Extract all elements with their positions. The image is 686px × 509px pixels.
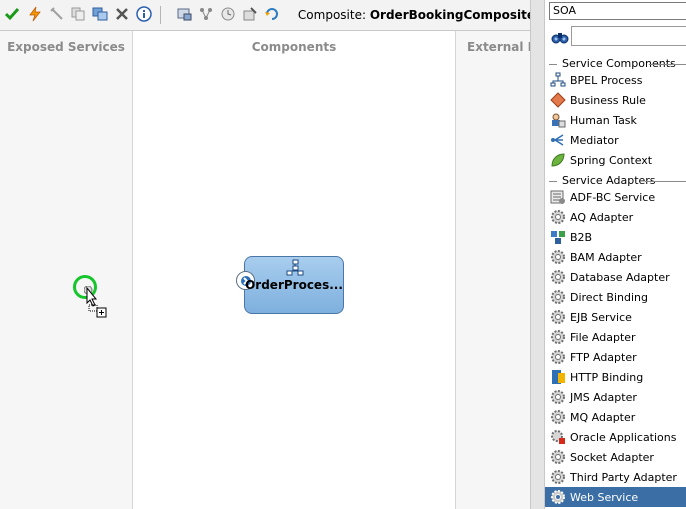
human-task-icon: [549, 112, 566, 129]
section-label: Service Adapters: [562, 174, 656, 187]
lightning-icon[interactable]: [26, 5, 44, 23]
palette-item-label: JMS Adapter: [570, 390, 637, 404]
oracle-apps-icon: [549, 429, 566, 446]
gear-icon: [549, 209, 566, 226]
copy-icon[interactable]: [69, 5, 87, 23]
palette-item-database-adapter[interactable]: Database Adapter: [549, 267, 686, 287]
palette-item-label: Mediator: [570, 133, 619, 147]
component-palette: SOA Service Components BPEL Process Busin…: [545, 0, 686, 509]
palette-item-label: Socket Adapter: [570, 450, 654, 464]
palette-item-ftp-adapter[interactable]: FTP Adapter: [549, 347, 686, 367]
gear-icon: [549, 329, 566, 346]
palette-item-mediator[interactable]: Mediator: [549, 130, 686, 150]
swimlane-title-exposed: Exposed Services: [7, 40, 125, 54]
binoculars-icon[interactable]: [551, 28, 569, 46]
palette-item-label: BAM Adapter: [570, 250, 642, 264]
palette-item-label: Spring Context: [570, 153, 653, 167]
bpel-process-icon: [285, 259, 305, 277]
gear-icon: [549, 469, 566, 486]
gear-icon: [549, 449, 566, 466]
gear-icon: [549, 409, 566, 426]
duplicate-icon[interactable]: [91, 5, 109, 23]
palette-item-label: Direct Binding: [570, 290, 648, 304]
mediator-icon: [549, 132, 566, 149]
palette-category-select[interactable]: SOA: [549, 2, 686, 20]
palette-item-aq-adapter[interactable]: AQ Adapter: [549, 207, 686, 227]
palette-search-row: [545, 24, 686, 50]
palette-item-label: Third Party Adapter: [570, 470, 677, 484]
palette-item-third-party-adapter[interactable]: Third Party Adapter: [549, 467, 686, 487]
gear-icon: [549, 269, 566, 286]
web-service-icon: [549, 489, 566, 506]
palette-item-label: ADF-BC Service: [570, 190, 656, 204]
palette-search-input[interactable]: [571, 26, 686, 46]
palette-item-label: Human Task: [570, 113, 637, 127]
palette-item-label: HTTP Binding: [570, 370, 644, 384]
palette-item-mq-adapter[interactable]: MQ Adapter: [549, 407, 686, 427]
palette-item-direct-binding[interactable]: Direct Binding: [549, 287, 686, 307]
swimlane-title-components: Components: [251, 40, 337, 54]
gear-icon: [549, 249, 566, 266]
palette-item-label: Business Rule: [570, 93, 646, 107]
clock-icon[interactable]: [219, 5, 237, 23]
composite-label: Composite:: [297, 8, 367, 22]
gear-icon: [549, 289, 566, 306]
palette-item-web-service[interactable]: Web Service: [545, 487, 686, 507]
bpel-component[interactable]: OrderProces...: [236, 256, 344, 314]
validate-check-icon[interactable]: [3, 5, 21, 23]
palette-item-file-adapter[interactable]: File Adapter: [549, 327, 686, 347]
palette-item-ejb-service[interactable]: EJB Service: [549, 307, 686, 327]
panel-splitter[interactable]: [530, 0, 545, 509]
palette-item-label: AQ Adapter: [570, 210, 634, 224]
adf-bc-icon: [549, 189, 566, 206]
bpel-process-icon: [549, 72, 566, 89]
palette-item-http-binding[interactable]: HTTP Binding: [549, 367, 686, 387]
palette-item-label: Web Service: [570, 490, 639, 504]
palette-item-label: BPEL Process: [570, 73, 643, 87]
palette-item-jms-adapter[interactable]: JMS Adapter: [549, 387, 686, 407]
palette-item-spring-context[interactable]: Spring Context: [549, 150, 686, 170]
palette-item-b2b[interactable]: B2B: [549, 227, 686, 247]
palette-item-label: Database Adapter: [570, 270, 670, 284]
spring-context-icon: [549, 152, 566, 169]
http-binding-icon: [549, 369, 566, 386]
swimlane-exposed-services[interactable]: Exposed Services: [0, 31, 133, 509]
undo-icon[interactable]: [263, 5, 281, 23]
palette-item-label: FTP Adapter: [570, 350, 637, 364]
deploy-icon[interactable]: [175, 5, 193, 23]
gear-icon: [549, 349, 566, 366]
gear-icon: [549, 309, 566, 326]
b2b-icon: [549, 229, 566, 246]
business-rule-icon: [549, 92, 566, 109]
composite-title: Composite: OrderBookingComposite: [298, 8, 535, 22]
delete-x-icon[interactable]: [113, 5, 131, 23]
palette-item-oracle-applications[interactable]: Oracle Applications: [549, 427, 686, 447]
palette-item-business-rule[interactable]: Business Rule: [549, 90, 686, 110]
palette-item-adf-bc-service[interactable]: ADF-BC Service: [549, 187, 686, 207]
composite-name: OrderBookingComposite: [369, 8, 535, 22]
palette-item-human-task[interactable]: Human Task: [549, 110, 686, 130]
palette-item-socket-adapter[interactable]: Socket Adapter: [549, 447, 686, 467]
edit-icon[interactable]: [241, 5, 259, 23]
info-icon[interactable]: [135, 5, 153, 23]
toolbar: Composite: OrderBookingComposite: [0, 0, 543, 31]
palette-item-label: B2B: [570, 230, 593, 244]
layout-icon[interactable]: [197, 5, 215, 23]
swimlane-title-external: External R: [467, 40, 530, 54]
drag-cursor-icon: [83, 285, 114, 320]
gear-icon: [549, 389, 566, 406]
palette-item-bpel-process[interactable]: BPEL Process: [549, 70, 686, 90]
palette-item-label: MQ Adapter: [570, 410, 636, 424]
component-name: OrderProces...: [245, 278, 343, 292]
pin-icon[interactable]: [48, 5, 66, 23]
swimlane-external-references[interactable]: External R: [456, 31, 530, 509]
palette-item-label: EJB Service: [570, 310, 632, 324]
toolbar-separator: [160, 6, 161, 24]
palette-item-bam-adapter[interactable]: BAM Adapter: [549, 247, 686, 267]
palette-item-label: File Adapter: [570, 330, 636, 344]
palette-item-label: Oracle Applications: [570, 430, 677, 444]
